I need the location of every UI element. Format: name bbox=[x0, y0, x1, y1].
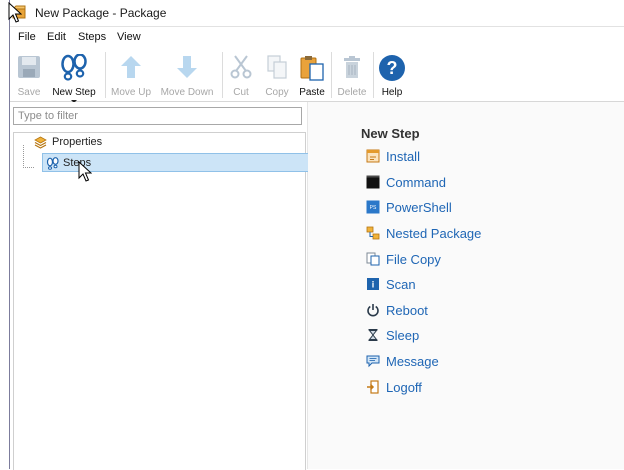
filter-input[interactable] bbox=[13, 107, 302, 125]
nested-package-icon bbox=[366, 226, 380, 240]
step-link-sleep-label: Sleep bbox=[386, 328, 420, 343]
svg-text:i: i bbox=[372, 280, 375, 290]
menu-file[interactable]: File bbox=[18, 31, 36, 43]
new-step-label: New Step bbox=[52, 87, 96, 98]
logoff-icon bbox=[367, 380, 379, 394]
delete-button[interactable]: Delete bbox=[334, 50, 370, 100]
footsteps-icon bbox=[61, 54, 87, 81]
move-down-label: Move Down bbox=[160, 87, 214, 98]
svg-text:PS: PS bbox=[370, 205, 377, 211]
tree-item-steps-label: Steps bbox=[63, 157, 92, 169]
help-button[interactable]: ? Help bbox=[376, 50, 408, 100]
paste-label: Paste bbox=[299, 87, 325, 98]
toolbar-separator bbox=[331, 52, 332, 98]
title-bar[interactable]: New Package - Package bbox=[10, 0, 624, 27]
package-tree-pane: Properties Steps bbox=[10, 102, 314, 470]
tree-item-properties-label: Properties bbox=[52, 136, 103, 148]
step-link-reboot-label: Reboot bbox=[386, 303, 428, 318]
save-icon bbox=[18, 56, 40, 78]
hourglass-icon bbox=[368, 329, 378, 341]
new-step-panel: New Step Install Command PS PowerShell N… bbox=[308, 102, 624, 469]
move-up-label: Move Up bbox=[110, 87, 151, 98]
file-copy-icon bbox=[366, 252, 380, 266]
menu-steps[interactable]: Steps bbox=[78, 31, 106, 43]
step-link-message-label: Message bbox=[386, 354, 439, 369]
paste-button[interactable]: Paste bbox=[296, 50, 328, 100]
copy-icon bbox=[267, 55, 287, 79]
trash-icon bbox=[344, 56, 360, 78]
package-tree: Properties Steps bbox=[13, 132, 314, 470]
step-link-file-copy-label: File Copy bbox=[386, 252, 441, 267]
step-link-scan-label: Scan bbox=[386, 277, 416, 292]
tree-item-properties[interactable]: Properties bbox=[32, 133, 292, 152]
copy-button[interactable]: Copy bbox=[260, 50, 294, 100]
toolbar-separator bbox=[105, 52, 106, 98]
help-label: Help bbox=[381, 87, 403, 98]
command-icon bbox=[366, 175, 380, 189]
package-window: New Package - Package File Edit Steps Vi… bbox=[10, 0, 624, 470]
app-icon bbox=[12, 5, 26, 19]
toolbar-separator bbox=[373, 52, 374, 98]
properties-icon bbox=[34, 136, 47, 149]
step-link-powershell-label: PowerShell bbox=[386, 200, 452, 215]
tree-item-steps[interactable]: Steps bbox=[42, 153, 314, 172]
save-button[interactable]: Save bbox=[12, 50, 46, 100]
step-link-command-label: Command bbox=[386, 175, 446, 190]
menu-bar: File Edit Steps View bbox=[10, 27, 624, 47]
footsteps-icon bbox=[46, 157, 59, 170]
help-icon: ? bbox=[379, 55, 405, 81]
powershell-icon: PS bbox=[366, 200, 380, 214]
save-label: Save bbox=[17, 87, 41, 98]
scissors-icon bbox=[230, 55, 252, 79]
move-down-button[interactable]: Move Down bbox=[156, 50, 218, 100]
step-link-install-label: Install bbox=[386, 149, 420, 164]
window-title: New Package - Package bbox=[35, 6, 167, 20]
reboot-icon bbox=[367, 304, 379, 317]
step-link-nested-package-label: Nested Package bbox=[386, 226, 482, 241]
toolbar-separator bbox=[222, 52, 223, 98]
copy-label: Copy bbox=[265, 87, 289, 98]
menu-edit[interactable]: Edit bbox=[47, 31, 66, 43]
move-up-button[interactable]: Move Up bbox=[108, 50, 154, 100]
scan-icon: i bbox=[367, 278, 379, 290]
message-icon bbox=[366, 355, 380, 368]
arrow-up-icon bbox=[121, 56, 141, 78]
svg-text:?: ? bbox=[387, 58, 398, 78]
new-step-heading: New Step bbox=[361, 126, 420, 141]
paste-icon bbox=[300, 56, 324, 81]
cut-button[interactable]: Cut bbox=[226, 50, 256, 100]
toolbar: Save New Step Move Up Move Down Cut Copy… bbox=[10, 48, 624, 103]
cut-label: Cut bbox=[233, 87, 249, 98]
new-step-button[interactable]: New Step bbox=[48, 50, 100, 103]
background-window-edge bbox=[0, 0, 10, 469]
arrow-down-icon bbox=[177, 56, 197, 78]
step-link-logoff-label: Logoff bbox=[386, 380, 422, 395]
menu-view[interactable]: View bbox=[117, 31, 141, 43]
install-icon bbox=[366, 149, 380, 163]
delete-label: Delete bbox=[337, 87, 367, 98]
